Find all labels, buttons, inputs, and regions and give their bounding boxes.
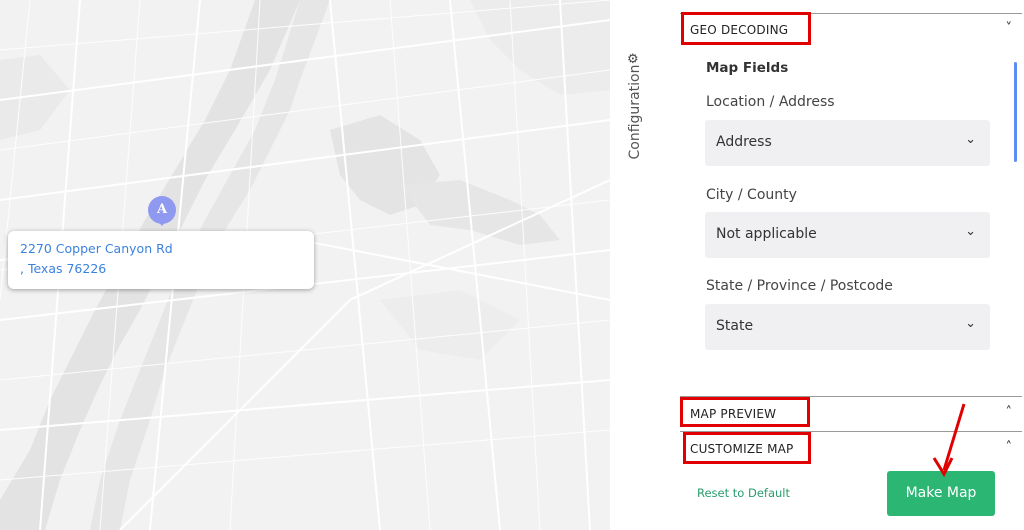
highlight-box bbox=[681, 12, 811, 45]
city-select[interactable]: Not applicable ⌄ bbox=[705, 212, 990, 258]
map-marker[interactable]: A bbox=[148, 196, 176, 226]
reset-to-default-link[interactable]: Reset to Default bbox=[697, 486, 790, 500]
map-fields-area: Map Fields Location / Address Address ⌄ … bbox=[700, 48, 1020, 378]
location-label: Location / Address bbox=[706, 94, 835, 110]
config-column: ⚙ Configuration bbox=[610, 0, 660, 530]
address-popup: 2270 Copper Canyon Rd , Texas 76226 bbox=[8, 231, 314, 289]
chevron-down-icon: ˅ bbox=[1005, 21, 1013, 36]
city-label: City / County bbox=[706, 187, 797, 203]
chevron-up-icon: ˄ bbox=[1005, 440, 1013, 455]
chevron-down-icon: ⌄ bbox=[965, 316, 976, 331]
arrow-annotation bbox=[932, 403, 966, 478]
chevron-down-icon: ⌄ bbox=[965, 224, 976, 239]
state-label: State / Province / Postcode bbox=[706, 278, 893, 294]
configuration-label: Configuration bbox=[627, 64, 643, 160]
highlight-box bbox=[683, 432, 811, 464]
chevron-down-icon: ⌄ bbox=[965, 132, 976, 147]
location-select[interactable]: Address ⌄ bbox=[705, 120, 990, 166]
configuration-panel: GEO DECODING ˅ Map Fields Location / Add… bbox=[660, 0, 1024, 530]
scrollbar[interactable] bbox=[1014, 62, 1017, 162]
highlight-box bbox=[680, 397, 810, 427]
city-select-value: Not applicable bbox=[716, 226, 817, 242]
configuration-tab[interactable]: ⚙ Configuration bbox=[622, 52, 648, 177]
state-select[interactable]: State ⌄ bbox=[705, 304, 990, 350]
map-canvas[interactable]: A 2270 Copper Canyon Rd , Texas 76226 bbox=[0, 0, 610, 530]
popup-address-line1: 2270 Copper Canyon Rd bbox=[20, 241, 173, 256]
location-select-value: Address bbox=[716, 134, 772, 150]
map-fields-heading: Map Fields bbox=[706, 60, 789, 76]
state-select-value: State bbox=[716, 318, 754, 334]
chevron-up-icon: ˄ bbox=[1005, 405, 1013, 420]
popup-address-line2: , Texas 76226 bbox=[20, 261, 107, 276]
